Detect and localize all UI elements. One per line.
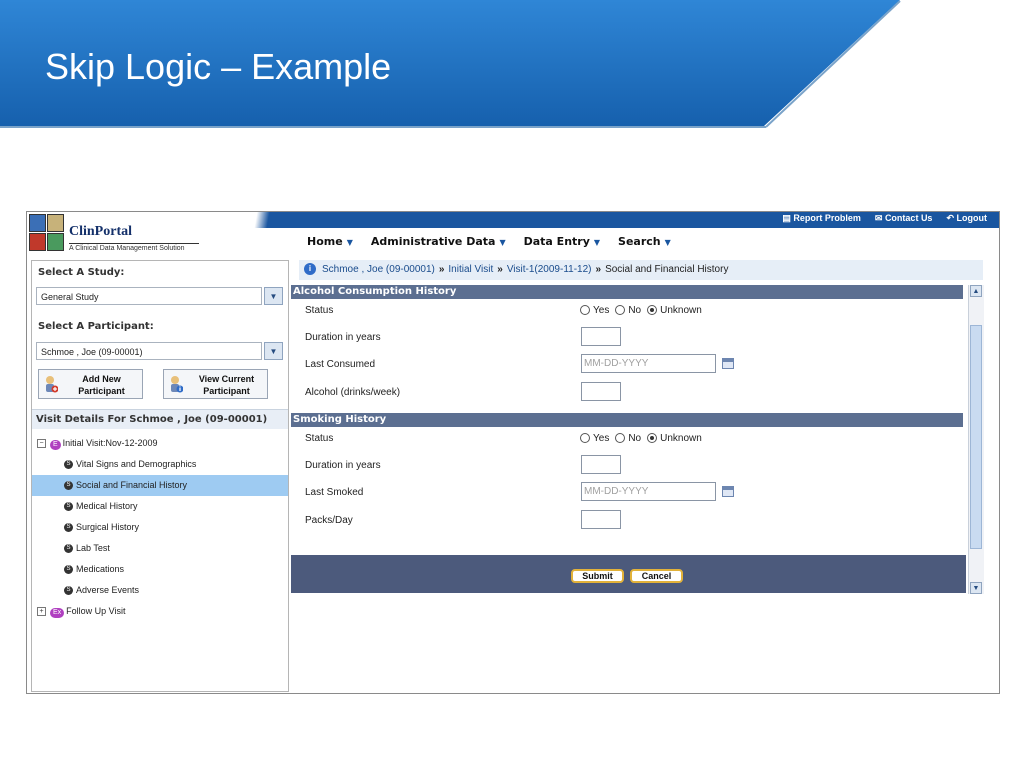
status-radio-option[interactable]: No [615,305,641,316]
person-info-icon [171,376,183,393]
event-badge: E [50,440,61,450]
report-problem-link[interactable]: ▤ Report Problem [782,213,861,224]
radio-icon[interactable] [647,433,658,444]
date-input[interactable]: MM-DD-YYYY [581,482,716,501]
logout-link[interactable]: ↶ Logout [946,213,987,224]
study-label: Select A Study: [38,267,125,278]
radio-icon[interactable] [615,305,626,316]
section-header: Smoking History [291,413,963,427]
form-badge: S [64,481,73,491]
tree-form-item[interactable]: S Adverse Events [32,580,288,601]
duration-input[interactable] [581,455,621,474]
nav-administrative-data[interactable]: Administrative Data ▼ [371,235,506,248]
info-icon: i [304,263,316,276]
scroll-down-icon[interactable]: ▼ [970,582,982,594]
status-label: Status [305,433,334,444]
form-scrollbar[interactable]: ▲ ▼ [968,285,984,594]
status-radio-option[interactable]: No [615,433,641,444]
tree-form-item[interactable]: S Surgical History [32,517,288,538]
duration-input[interactable] [581,327,621,346]
section-header: Alcohol Consumption History [291,285,963,299]
tree-initial-visit[interactable]: − E Initial Visit:Nov-12-2009 [32,433,288,454]
chevron-down-icon: ▼ [593,238,601,247]
last-date-label: Last Consumed [305,359,376,370]
tree-form-item[interactable]: S Lab Test [32,538,288,559]
expand-icon[interactable]: + [37,607,46,616]
add-person-icon [46,376,58,393]
view-current-participant-button[interactable]: View Current Participant [163,369,268,399]
radio-icon[interactable] [647,305,658,316]
left-panel: Select A Study: General Study ▼ Select A… [31,260,289,692]
tree-form-item[interactable]: S Vital Signs and Demographics [32,454,288,475]
extra-input[interactable] [581,510,621,529]
breadcrumb-form: Social and Financial History [605,264,729,275]
chevron-down-icon: ▼ [499,238,506,247]
duration-label: Duration in years [305,332,381,343]
radio-icon[interactable] [580,433,590,444]
status-radio-group: Yes No Unknown [580,305,702,316]
tree-follow-up-visit[interactable]: + Ex Follow Up Visit [32,601,288,622]
nav-home[interactable]: Home ▼ [307,235,353,248]
main-nav: Home ▼ Administrative Data ▼ Data Entry ▼ S… [307,235,671,248]
form-badge: S [64,502,73,512]
form-badge: S [64,586,73,596]
chevron-down-icon: ▼ [664,238,671,247]
add-new-participant-button[interactable]: Add New Participant [38,369,143,399]
breadcrumb: i Schmoe , Joe (09-00001)» Initial Visit» V… [299,260,983,280]
status-radio-option[interactable]: Unknown [647,305,702,316]
nav-search[interactable]: Search ▼ [618,235,671,248]
radio-icon[interactable] [580,305,590,316]
nav-data-entry[interactable]: Data Entry ▼ [524,235,600,248]
form-badge: S [64,565,73,575]
top-links: ▤ Report Problem ✉ Contact Us ↶ Logout [782,213,987,224]
collapse-icon[interactable]: − [37,439,46,448]
extra-input[interactable] [581,382,621,401]
app-header: ▤ Report Problem ✉ Contact Us ↶ Logout C… [27,212,999,258]
clinportal-window: ▤ Report Problem ✉ Contact Us ↶ Logout C… [26,211,1000,694]
date-input[interactable]: MM-DD-YYYY [581,354,716,373]
cancel-button[interactable]: Cancel [630,569,683,583]
status-radio-group: Yes No Unknown [580,433,702,444]
visit-details-header: Visit Details For Schmoe , Joe (09-00001… [32,409,288,429]
calendar-icon[interactable] [722,358,734,369]
form-footer: Submit Cancel [291,555,966,593]
chevron-down-icon: ▼ [346,238,353,247]
tree-form-item[interactable]: S Medical History [32,496,288,517]
app-logo: ClinPortal A Clinical Data Management So… [29,214,289,254]
contact-us-link[interactable]: ✉ Contact Us [875,213,933,224]
main-panel: i Schmoe , Joe (09-00001)» Initial Visit» V… [290,260,999,692]
logo-icon [29,214,64,251]
radio-icon[interactable] [615,433,626,444]
tree-form-item[interactable]: S Medications [32,559,288,580]
submit-button[interactable]: Submit [571,569,624,583]
tree-form-item[interactable]: S Social and Financial History [32,475,288,496]
form-badge: S [64,523,73,533]
breadcrumb-visit[interactable]: Initial Visit [448,264,493,275]
breadcrumb-instance[interactable]: Visit-1(2009-11-12) [507,264,592,275]
breadcrumb-participant[interactable]: Schmoe , Joe (09-00001) [322,264,435,275]
status-radio-option[interactable]: Yes [580,433,609,444]
event-badge: Ex [50,608,65,618]
scroll-thumb[interactable] [970,325,982,549]
duration-label: Duration in years [305,460,381,471]
logo-subtitle: A Clinical Data Management Solution [69,243,199,252]
status-radio-option[interactable]: Unknown [647,433,702,444]
chevron-down-icon[interactable]: ▼ [264,342,283,360]
study-select[interactable]: General Study [36,287,262,305]
extra-label: Packs/Day [305,515,353,526]
participant-select[interactable]: Schmoe , Joe (09-00001) [36,342,262,360]
extra-label: Alcohol (drinks/week) [305,387,401,398]
form-badge: S [64,460,73,470]
slide-title: Skip Logic – Example [45,46,392,87]
status-radio-option[interactable]: Yes [580,305,609,316]
chevron-down-icon[interactable]: ▼ [264,287,283,305]
form-badge: S [64,544,73,554]
logo-name: ClinPortal [69,224,132,239]
status-label: Status [305,305,334,316]
calendar-icon[interactable] [722,486,734,497]
last-date-label: Last Smoked [305,487,364,498]
participant-label: Select A Participant: [38,321,154,332]
scroll-up-icon[interactable]: ▲ [970,285,982,297]
